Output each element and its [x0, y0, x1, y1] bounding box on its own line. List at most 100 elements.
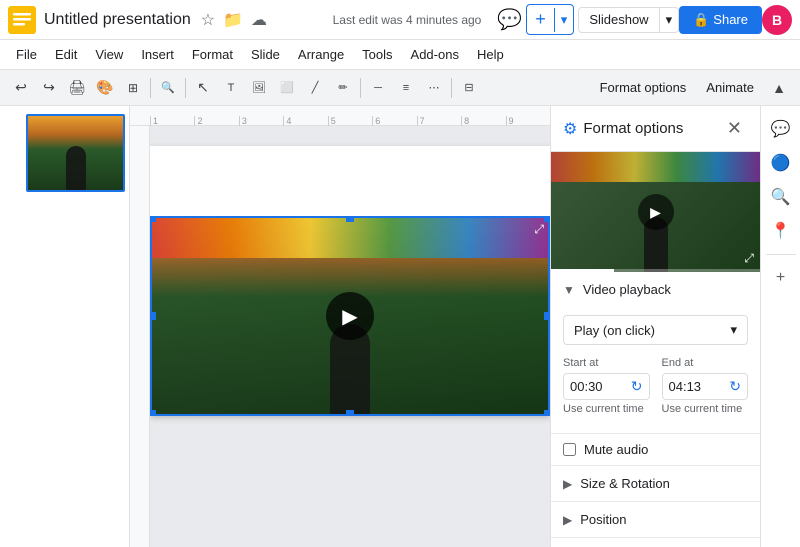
position-section[interactable]: ▶ Position: [551, 502, 760, 538]
toolbar-sep-4: [451, 78, 452, 98]
toolbar-undo[interactable]: ↩: [8, 75, 34, 101]
toolbar-redo[interactable]: ↪: [36, 75, 62, 101]
video-playback-header[interactable]: ▼ Video playback: [551, 272, 760, 307]
mute-audio-row: Mute audio: [551, 434, 760, 466]
menu-tools[interactable]: Tools: [354, 43, 400, 66]
start-use-current[interactable]: Use current time: [563, 403, 650, 415]
resize-handle-tm[interactable]: [346, 216, 354, 222]
start-at-refresh-icon[interactable]: ↻: [631, 378, 643, 395]
canvas-area: 1 2 3 4 5 6 7 8 9: [130, 106, 550, 547]
mute-audio-checkbox[interactable]: [563, 443, 576, 456]
video-playback-content: Play (on click) ▾ Start at ↻ Use current…: [551, 307, 760, 433]
toolbar-shapes[interactable]: ⬜: [274, 75, 300, 101]
toolbar-print[interactable]: 🖨: [64, 75, 90, 101]
side-icon-3[interactable]: 🔍: [766, 182, 796, 212]
format-panel-video-preview[interactable]: ▶ ⤢: [551, 152, 760, 272]
toolbar-collapse[interactable]: ▲: [766, 75, 792, 101]
toolbar-zoom-in[interactable]: 🔍: [155, 75, 181, 101]
slide-canvas: ▶ ⤢: [150, 126, 550, 547]
end-at-label: End at: [662, 357, 749, 369]
slideshow-button[interactable]: Slideshow ▾: [578, 7, 679, 33]
video-expand-icon[interactable]: ⤢: [534, 222, 544, 237]
menu-slide[interactable]: Slide: [243, 43, 288, 66]
start-at-label: Start at: [563, 357, 650, 369]
slide-thumbnail-1[interactable]: [26, 114, 125, 192]
star-icon[interactable]: ☆: [199, 8, 217, 32]
menu-edit[interactable]: Edit: [47, 43, 85, 66]
position-chevron: ▶: [563, 513, 572, 527]
slide-page[interactable]: ▶ ⤢: [150, 146, 550, 416]
resize-handle-ml[interactable]: [150, 312, 156, 320]
end-at-refresh-icon[interactable]: ↻: [729, 378, 741, 395]
end-at-col: End at ↻ Use current time: [662, 357, 749, 415]
resize-handle-tl[interactable]: [150, 216, 156, 222]
video-element[interactable]: ▶ ⤢: [150, 216, 550, 416]
resize-handle-bm[interactable]: [346, 410, 354, 416]
fp-progress-bar: [551, 269, 760, 272]
cloud-icon[interactable]: ☁: [249, 8, 269, 32]
menu-view[interactable]: View: [87, 43, 131, 66]
side-icon-plus[interactable]: +: [766, 263, 796, 293]
fp-video-expand-icon[interactable]: ⤢: [744, 251, 754, 266]
toolbar-line[interactable]: ╱: [302, 75, 328, 101]
slide-thumb-inner: [28, 116, 123, 190]
share-button[interactable]: 🔒 Share: [679, 6, 762, 34]
folder-icon[interactable]: 📁: [221, 8, 245, 32]
last-edit-text: Last edit was 4 minutes ago: [333, 13, 482, 27]
user-avatar[interactable]: B: [762, 5, 792, 35]
video-play-button[interactable]: ▶: [326, 292, 374, 340]
animate-button[interactable]: Animate: [698, 77, 762, 98]
toolbar-line-dash[interactable]: ⋯: [421, 75, 447, 101]
toolbar-zoom-fit[interactable]: ⊞: [120, 75, 146, 101]
resize-handle-tr[interactable]: [544, 216, 550, 222]
side-icon-4[interactable]: 📍: [766, 216, 796, 246]
format-options-button[interactable]: Format options: [592, 77, 695, 98]
size-rotation-section[interactable]: ▶ Size & Rotation: [551, 466, 760, 502]
format-panel-close[interactable]: ✕: [721, 116, 748, 141]
toolbar-textbox[interactable]: T: [218, 75, 244, 101]
menu-file[interactable]: File: [8, 43, 45, 66]
resize-handle-br[interactable]: [544, 410, 550, 416]
format-panel: ⚙ Format options ✕ ▶ ⤢ ▼ Video playback: [550, 106, 760, 547]
menu-format[interactable]: Format: [184, 43, 241, 66]
toolbar-line-color[interactable]: ─: [365, 75, 391, 101]
right-edge-sep: [766, 254, 796, 255]
add-button[interactable]: + ▾: [526, 4, 574, 35]
video-playback-section: ▼ Video playback Play (on click) ▾ Start…: [551, 272, 760, 434]
start-at-input[interactable]: ↻: [563, 373, 650, 400]
share-lock-icon: 🔒: [693, 12, 709, 28]
presentation-title[interactable]: Untitled presentation: [44, 11, 191, 29]
side-icon-1[interactable]: 💬: [766, 114, 796, 144]
toolbar-scribble[interactable]: ✏: [330, 75, 356, 101]
end-use-current[interactable]: Use current time: [662, 403, 749, 415]
comments-button[interactable]: 💬: [493, 3, 526, 36]
main-area: 1 1 2 3 4 5 6 7 8 9: [0, 106, 800, 547]
slideshow-arrow[interactable]: ▾: [659, 8, 679, 32]
resize-handle-bl[interactable]: [150, 410, 156, 416]
toolbar-cursor[interactable]: ↖: [190, 75, 216, 101]
resize-handle-mr[interactable]: [544, 312, 550, 320]
menu-help[interactable]: Help: [469, 43, 512, 66]
mute-audio-label[interactable]: Mute audio: [584, 442, 648, 457]
start-at-col: Start at ↻ Use current time: [563, 357, 650, 415]
slideshow-label[interactable]: Slideshow: [579, 8, 658, 31]
toolbar-sep-3: [360, 78, 361, 98]
play-mode-dropdown[interactable]: Play (on click) ▾: [563, 315, 748, 345]
fp-video-play-button[interactable]: ▶: [638, 194, 674, 230]
toolbar-image[interactable]: 🖼: [246, 75, 272, 101]
menu-insert[interactable]: Insert: [133, 43, 182, 66]
menu-addons[interactable]: Add-ons: [403, 43, 467, 66]
toolbar-align[interactable]: ⊟: [456, 75, 482, 101]
right-edge-panel: 💬 🔵 🔍 📍 +: [760, 106, 800, 547]
menu-bar: File Edit View Insert Format Slide Arran…: [0, 40, 800, 70]
menu-arrange[interactable]: Arrange: [290, 43, 352, 66]
side-icon-2[interactable]: 🔵: [766, 148, 796, 178]
drop-shadow-section[interactable]: ▶ Drop shadow: [551, 538, 760, 547]
toolbar-line-weight[interactable]: ≡: [393, 75, 419, 101]
start-at-value[interactable]: [570, 379, 630, 394]
format-panel-icon: ⚙: [563, 119, 577, 139]
end-at-value[interactable]: [669, 379, 729, 394]
toolbar-paint[interactable]: 🎨: [92, 75, 118, 101]
end-at-input[interactable]: ↻: [662, 373, 749, 400]
size-rotation-chevron: ▶: [563, 477, 572, 491]
